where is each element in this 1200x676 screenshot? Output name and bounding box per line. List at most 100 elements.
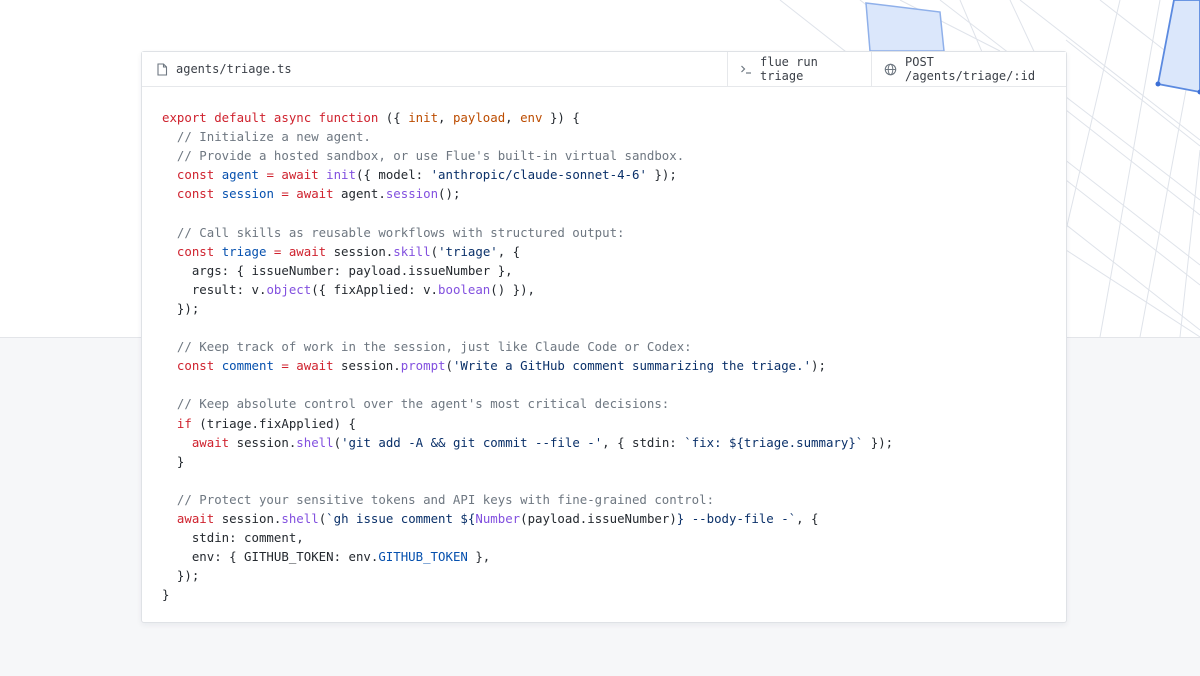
- code-token: init: [408, 110, 438, 125]
- code-token: session.: [237, 435, 297, 450]
- code-token: });: [863, 435, 893, 450]
- code-token: });: [647, 167, 677, 182]
- code-token: agent: [222, 167, 259, 182]
- code-line: export default async function ({ init, p…: [162, 108, 893, 127]
- code-token: // Call skills as reusable workflows wit…: [162, 225, 625, 240]
- code-token: 'anthropic/claude-sonnet-4-6': [431, 167, 647, 182]
- code-line: const session = await agent.session();: [162, 184, 893, 203]
- code-token: });: [162, 568, 199, 583]
- route-tab[interactable]: POST /agents/triage/:id: [871, 52, 1066, 86]
- code-token: const: [162, 167, 222, 182]
- code-token: ,: [505, 110, 520, 125]
- code-token: = await: [259, 167, 326, 182]
- code-token: agent.: [341, 186, 386, 201]
- code-token: , {: [498, 244, 520, 259]
- code-token: env: { GITHUB_TOKEN: env.: [162, 549, 378, 564]
- code-token: session.: [334, 244, 394, 259]
- code-token: session.: [341, 358, 401, 373]
- code-token: Number: [475, 511, 520, 526]
- code-line: }: [162, 585, 893, 604]
- code-token: result: v.: [162, 282, 266, 297]
- code-line: });: [162, 566, 893, 585]
- code-token: },: [468, 549, 490, 564]
- file-tab[interactable]: agents/triage.ts: [156, 52, 292, 86]
- code-token: ();: [438, 186, 460, 201]
- code-token: = await: [274, 186, 341, 201]
- code-token: (: [431, 244, 438, 259]
- code-token: 'Write a GitHub comment summarizing the …: [453, 358, 811, 373]
- code-token: `fix: ${triage.summary}`: [684, 435, 863, 450]
- code-token: = await: [266, 244, 333, 259]
- code-token: export default async function: [162, 110, 378, 125]
- code-token: session: [222, 186, 274, 201]
- code-token: (: [334, 435, 341, 450]
- code-token: });: [162, 301, 199, 316]
- code-token: // Keep track of work in the session, ju…: [162, 339, 692, 354]
- code-line: // Keep track of work in the session, ju…: [162, 337, 893, 356]
- code-line: const comment = await session.prompt('Wr…: [162, 356, 893, 375]
- route-tab-label: POST /agents/triage/:id: [905, 55, 1054, 83]
- code-line: // Initialize a new agent.: [162, 127, 893, 146]
- code-line: if (triage.fixApplied) {: [162, 414, 893, 433]
- code-line: args: { issueNumber: payload.issueNumber…: [162, 261, 893, 280]
- code-token: // Protect your sensitive tokens and API…: [162, 492, 714, 507]
- code-token: env: [520, 110, 542, 125]
- code-line: });: [162, 299, 893, 318]
- code-token: ,: [438, 110, 453, 125]
- code-line: [162, 318, 893, 337]
- code-token: 'git add -A && git commit --file -': [341, 435, 602, 450]
- code-line: [162, 375, 893, 394]
- code-token: stdin: comment,: [162, 530, 304, 545]
- code-token: shell: [281, 511, 318, 526]
- code-token: (triage.fixApplied) {: [192, 416, 356, 431]
- code-token: const: [162, 244, 222, 259]
- code-token: comment: [222, 358, 274, 373]
- code-editor-window: agents/triage.ts flue run triage POST /a…: [141, 51, 1067, 623]
- code-token: `gh issue comment ${: [326, 511, 475, 526]
- code-token: shell: [296, 435, 333, 450]
- code-token: } --body-file -`: [677, 511, 796, 526]
- code-line: env: { GITHUB_TOKEN: env.GITHUB_TOKEN },: [162, 547, 893, 566]
- code-token: args: { issueNumber: payload.issueNumber…: [162, 263, 513, 278]
- code-token: await: [162, 511, 222, 526]
- code-line: // Provide a hosted sandbox, or use Flue…: [162, 146, 893, 165]
- code-token: await: [162, 435, 237, 450]
- code-line: }: [162, 452, 893, 471]
- code-token: init: [326, 167, 356, 182]
- code-token: session.: [222, 511, 282, 526]
- code-line: result: v.object({ fixApplied: v.boolean…: [162, 280, 893, 299]
- code-token: // Provide a hosted sandbox, or use Flue…: [162, 148, 684, 163]
- code-token: ({ model:: [356, 167, 431, 182]
- code-token: }) {: [542, 110, 579, 125]
- code-line: [162, 203, 893, 222]
- code-token: }: [162, 587, 169, 602]
- code-token: skill: [393, 244, 430, 259]
- code-line: const triage = await session.skill('tria…: [162, 242, 893, 261]
- code-line: // Keep absolute control over the agent'…: [162, 394, 893, 413]
- terminal-prompt-icon: [740, 63, 752, 75]
- code-token: object: [266, 282, 311, 297]
- code-token: const: [162, 186, 222, 201]
- code-token: (: [446, 358, 453, 373]
- code-token: // Initialize a new agent.: [162, 129, 371, 144]
- code-token: payload: [453, 110, 505, 125]
- code-token: (payload.issueNumber): [520, 511, 677, 526]
- code-token: 'triage': [438, 244, 498, 259]
- code-line: await session.shell('git add -A && git c…: [162, 433, 893, 452]
- code-token: );: [811, 358, 826, 373]
- code-token: , {: [796, 511, 818, 526]
- code-token: }: [162, 454, 184, 469]
- code-line: const agent = await init({ model: 'anthr…: [162, 165, 893, 184]
- code-line: stdin: comment,: [162, 528, 893, 547]
- code-token: ({ fixApplied: v.: [311, 282, 438, 297]
- code-token: prompt: [401, 358, 446, 373]
- file-tab-label: agents/triage.ts: [176, 62, 292, 76]
- globe-icon: [884, 63, 897, 76]
- command-tab[interactable]: flue run triage: [727, 52, 871, 86]
- code-token: session: [386, 186, 438, 201]
- code-token: , { stdin:: [602, 435, 684, 450]
- editor-tab-bar: agents/triage.ts flue run triage POST /a…: [142, 52, 1066, 87]
- code-token: boolean: [438, 282, 490, 297]
- command-tab-label: flue run triage: [760, 55, 859, 83]
- code-line: // Call skills as reusable workflows wit…: [162, 223, 893, 242]
